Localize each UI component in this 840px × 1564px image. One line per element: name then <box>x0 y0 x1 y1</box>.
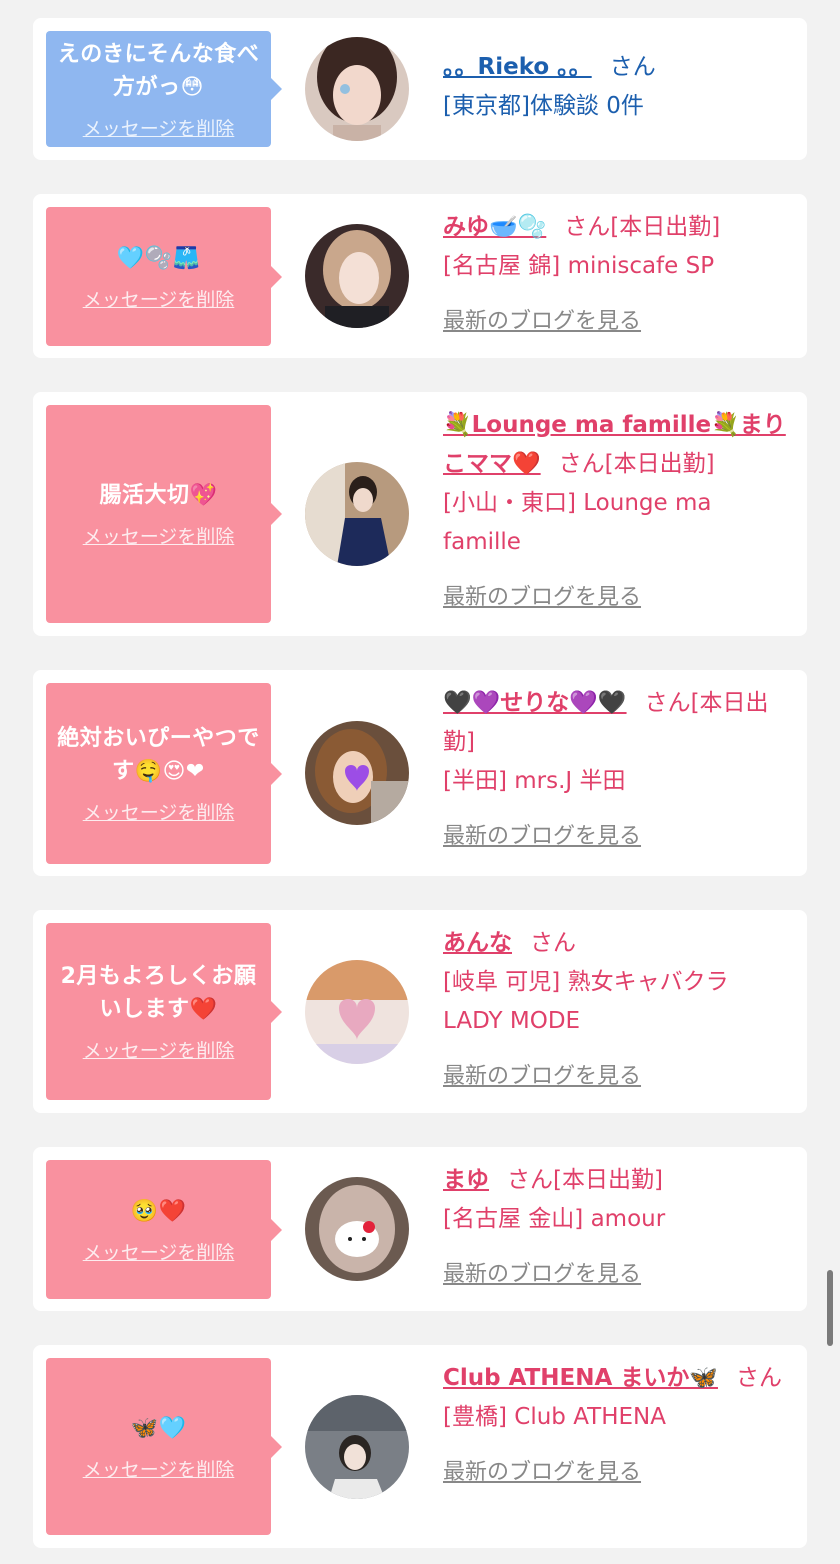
message-text: 🥹❤️ <box>130 1198 187 1224</box>
message-bubble: 🩵🫧🩳 メッセージを削除 <box>46 207 282 346</box>
honorific: さん <box>609 54 656 80</box>
status-badge: [本日出勤] <box>610 214 721 240</box>
profile-detail: [岐阜 可児] 熟女キャバクラ LADY MODE <box>443 969 729 1034</box>
profile-name-link[interactable]: Club ATHENA まいか🦋 <box>443 1365 718 1391</box>
profile-info: Club ATHENA まいか🦋 さん [豊橋] Club ATHENA 最新のブ… <box>443 1359 793 1492</box>
latest-blog-link[interactable]: 最新のブログを見る <box>443 302 793 341</box>
delete-message-link[interactable]: メッセージを削除 <box>83 1455 235 1482</box>
profile-name-link[interactable]: まゆ <box>443 1167 489 1193</box>
profile-info: 。。Rieko 。。 さん [東京都]体験談 0件 <box>443 48 793 126</box>
avatar[interactable] <box>305 1177 409 1281</box>
message-card: 🦋🩵 メッセージを削除 Club ATHENA まいか🦋 さん [豊橋] Club… <box>33 1345 807 1548</box>
latest-blog-link[interactable]: 最新のブログを見る <box>443 817 793 856</box>
avatar[interactable] <box>305 960 409 1064</box>
avatar-photo <box>305 1177 409 1281</box>
message-bubble: 🦋🩵 メッセージを削除 <box>46 1358 282 1535</box>
message-card: 腸活大切💖 メッセージを削除 💐Lounge ma famille💐まりこママ❤… <box>33 392 807 636</box>
profile-info: みゆ🥣🫧 さん[本日出勤] [名古屋 錦] miniscafe SP 最新のブログ… <box>443 208 793 341</box>
avatar[interactable] <box>305 224 409 328</box>
honorific: さん <box>735 1365 782 1391</box>
profile-info: あんな さん [岐阜 可児] 熟女キャバクラ LADY MODE 最新のブログを見… <box>443 924 793 1096</box>
message-card: 🩵🫧🩳 メッセージを削除 みゆ🥣🫧 さん[本日出勤] [名古屋 錦] minisc… <box>33 194 807 358</box>
message-text: 🩵🫧🩳 <box>116 245 201 271</box>
honorific: さん <box>564 214 611 240</box>
delete-message-link[interactable]: メッセージを削除 <box>83 1036 235 1063</box>
delete-message-link[interactable]: メッセージを削除 <box>83 798 235 825</box>
profile-detail: [豊橋] Club ATHENA <box>443 1404 666 1430</box>
scrollbar[interactable] <box>827 1270 833 1346</box>
message-bubble: 🥹❤️ メッセージを削除 <box>46 1160 282 1299</box>
avatar-photo <box>305 462 409 566</box>
avatar-photo <box>305 1395 409 1499</box>
avatar-photo <box>305 37 409 141</box>
honorific: さん <box>644 690 691 716</box>
latest-blog-link[interactable]: 最新のブログを見る <box>443 578 793 617</box>
delete-message-link[interactable]: メッセージを削除 <box>83 285 235 312</box>
avatar-photo <box>305 721 409 825</box>
profile-detail: [半田] mrs.J 半田 <box>443 768 626 794</box>
profile-name-link[interactable]: 。。Rieko 。。 <box>443 54 592 80</box>
delete-message-link[interactable]: メッセージを削除 <box>83 1238 235 1265</box>
message-text: えのきにそんな食べ方がっ😳 <box>57 41 260 100</box>
honorific: さん <box>530 930 576 956</box>
delete-message-link[interactable]: メッセージを削除 <box>83 114 235 141</box>
profile-info: 🖤💜せりな💜🖤 さん[本日出勤] [半田] mrs.J 半田 最新のブログを見る <box>443 684 793 856</box>
message-text: 腸活大切💖 <box>99 483 218 508</box>
profile-info: 💐Lounge ma famille💐まりこママ❤️ さん[本日出勤] [小山・東… <box>443 406 793 617</box>
latest-blog-link[interactable]: 最新のブログを見る <box>443 1255 793 1294</box>
message-bubble: 絶対おいぴーやつです🤤😍❤ メッセージを削除 <box>46 683 282 864</box>
message-card: 🥹❤️ メッセージを削除 まゆ さん[本日出勤] [名古屋 金山] amour 最… <box>33 1147 807 1311</box>
message-text: 絶対おいぴーやつです🤤😍❤ <box>57 726 260 784</box>
message-bubble: 2月もよろしくお願いします❤️ メッセージを削除 <box>46 923 282 1100</box>
message-bubble: 腸活大切💖 メッセージを削除 <box>46 405 282 623</box>
latest-blog-link[interactable]: 最新のブログを見る <box>443 1453 793 1492</box>
message-card: 2月もよろしくお願いします❤️ メッセージを削除 あんな さん [岐阜 可児] 熟… <box>33 910 807 1113</box>
message-card: 絶対おいぴーやつです🤤😍❤ メッセージを削除 🖤💜せりな💜🖤 さん[本日出勤] [… <box>33 670 807 876</box>
delete-message-link[interactable]: メッセージを削除 <box>83 522 235 549</box>
avatar[interactable] <box>305 462 409 566</box>
profile-name-link[interactable]: 🖤💜せりな💜🖤 <box>443 690 627 716</box>
status-badge: [本日出勤] <box>604 451 715 477</box>
avatar[interactable] <box>305 1395 409 1499</box>
status-badge: [本日出勤] <box>553 1167 663 1193</box>
profile-detail: [小山・東口] Lounge ma famille <box>443 490 712 555</box>
message-card: えのきにそんな食べ方がっ😳 メッセージを削除 。。Rieko 。。 さん [東京都… <box>33 18 807 160</box>
honorific: さん <box>507 1167 553 1193</box>
avatar[interactable] <box>305 37 409 141</box>
profile-name-link[interactable]: あんな <box>443 930 512 956</box>
profile-info: まゆ さん[本日出勤] [名古屋 金山] amour 最新のブログを見る <box>443 1161 793 1294</box>
latest-blog-link[interactable]: 最新のブログを見る <box>443 1057 793 1096</box>
message-bubble: えのきにそんな食べ方がっ😳 メッセージを削除 <box>46 31 282 147</box>
profile-name-link[interactable]: みゆ🥣🫧 <box>443 214 546 240</box>
avatar-photo <box>305 224 409 328</box>
profile-detail: [名古屋 錦] miniscafe SP <box>443 253 715 279</box>
message-text: 2月もよろしくお願いします❤️ <box>60 964 257 1022</box>
message-text: 🦋🩵 <box>130 1415 187 1441</box>
profile-detail: [東京都]体験談 0件 <box>443 93 644 119</box>
profile-detail: [名古屋 金山] amour <box>443 1206 666 1232</box>
avatar-photo <box>305 960 409 1064</box>
avatar[interactable] <box>305 721 409 825</box>
honorific: さん <box>558 451 605 477</box>
